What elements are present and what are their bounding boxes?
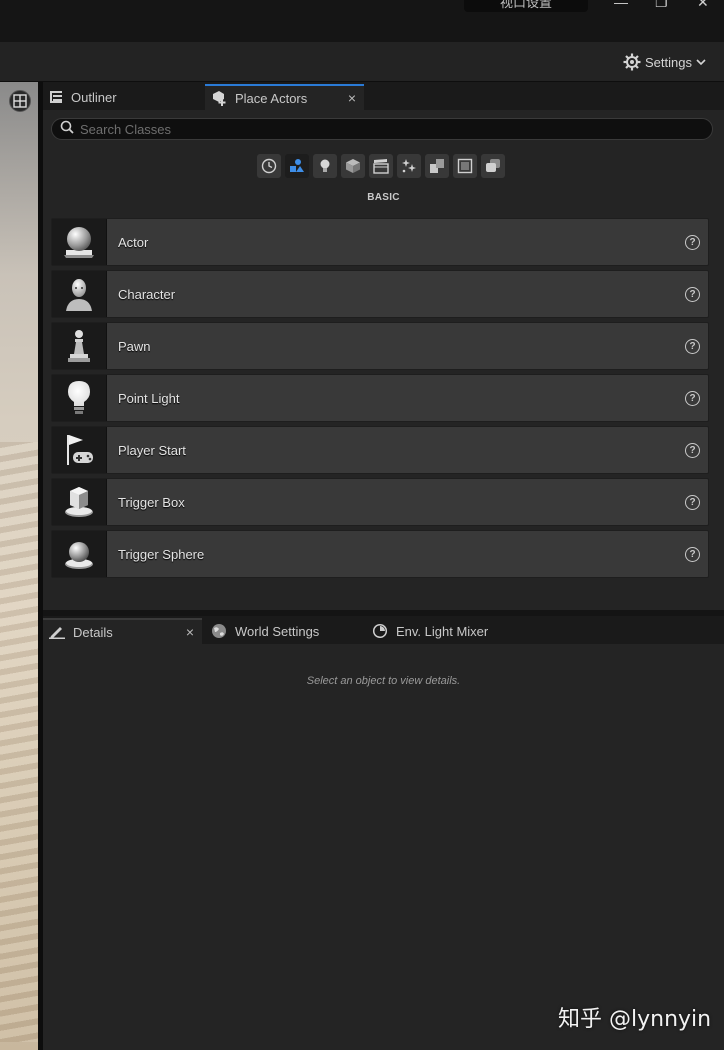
close-tab-button[interactable]: × bbox=[186, 624, 194, 640]
chevron-down-icon bbox=[696, 57, 706, 67]
category-bar bbox=[257, 154, 505, 178]
details-panel: Select an object to view details. bbox=[43, 644, 724, 1050]
outliner-icon bbox=[49, 90, 63, 104]
actor-label: Pawn bbox=[118, 338, 151, 354]
help-icon[interactable]: ? bbox=[685, 547, 700, 562]
actor-label: Actor bbox=[118, 234, 149, 250]
viewport-layout-icon[interactable] bbox=[9, 90, 31, 112]
help-icon[interactable]: ? bbox=[685, 443, 700, 458]
place-actors-icon bbox=[211, 90, 227, 106]
actor-item-character[interactable]: Character ? bbox=[51, 270, 709, 318]
help-icon[interactable]: ? bbox=[685, 339, 700, 354]
all-classes-icon[interactable] bbox=[481, 154, 505, 178]
trigger-sphere-icon bbox=[52, 531, 107, 577]
settings-label: Settings bbox=[645, 54, 692, 70]
lightbulb-icon bbox=[52, 375, 107, 421]
tab-world-settings[interactable]: World Settings bbox=[205, 618, 365, 644]
place-actors-panel: BASIC Actor ? Character ? Pawn ? bbox=[43, 110, 724, 610]
details-empty-message: Select an object to view details. bbox=[306, 675, 461, 687]
top-panel-tab-bar: Outliner Place Actors × bbox=[43, 82, 724, 110]
geometry-icon[interactable] bbox=[425, 154, 449, 178]
actor-list: Actor ? Character ? Pawn ? Point Light ? bbox=[51, 218, 709, 582]
actor-label: Trigger Sphere bbox=[118, 546, 205, 562]
actor-item-pawn[interactable]: Pawn ? bbox=[51, 322, 709, 370]
volumes-icon[interactable] bbox=[453, 154, 477, 178]
search-input[interactable] bbox=[80, 121, 680, 137]
title-pill-text: 视口设置 bbox=[499, 0, 552, 10]
close-tab-button[interactable]: × bbox=[348, 90, 356, 106]
watermark: 知乎 @lynnyin bbox=[558, 1007, 712, 1032]
maximize-button[interactable]: ❐ bbox=[655, 0, 668, 11]
cinematic-clapper-icon[interactable] bbox=[369, 154, 393, 178]
tab-place-actors[interactable]: Place Actors × bbox=[205, 84, 364, 110]
actor-item-player-start[interactable]: Player Start ? bbox=[51, 426, 709, 474]
settings-button[interactable]: Settings bbox=[623, 52, 706, 72]
cube-icon[interactable] bbox=[341, 154, 365, 178]
pawn-icon bbox=[52, 323, 107, 369]
tab-env-light-mixer-label: Env. Light Mixer bbox=[396, 623, 489, 639]
actor-item-point-light[interactable]: Point Light ? bbox=[51, 374, 709, 422]
tab-world-settings-label: World Settings bbox=[235, 623, 320, 639]
help-icon[interactable]: ? bbox=[685, 287, 700, 302]
actor-label: Trigger Box bbox=[118, 494, 185, 510]
minimize-button[interactable]: — bbox=[614, 0, 628, 10]
title-bar: 视口设置 — ❐ ✕ bbox=[0, 0, 724, 42]
actor-item-actor[interactable]: Actor ? bbox=[51, 218, 709, 266]
title-pill[interactable]: 视口设置 bbox=[464, 0, 588, 12]
gear-icon bbox=[623, 53, 641, 71]
tab-place-actors-label: Place Actors bbox=[235, 90, 308, 106]
viewport-toolbar: Settings bbox=[0, 42, 724, 82]
details-pencil-icon bbox=[49, 625, 65, 639]
trigger-box-icon bbox=[52, 479, 107, 525]
help-icon[interactable]: ? bbox=[685, 235, 700, 250]
basic-shapes-icon[interactable] bbox=[285, 154, 309, 178]
actor-label: Point Light bbox=[118, 390, 180, 406]
help-icon[interactable]: ? bbox=[685, 391, 700, 406]
actor-item-trigger-sphere[interactable]: Trigger Sphere ? bbox=[51, 530, 709, 578]
close-window-button[interactable]: ✕ bbox=[697, 0, 709, 11]
actor-sphere-icon bbox=[52, 219, 107, 265]
search-box[interactable] bbox=[51, 118, 713, 140]
character-icon bbox=[52, 271, 107, 317]
tab-details[interactable]: Details × bbox=[43, 618, 202, 644]
tab-details-label: Details bbox=[73, 624, 113, 640]
tab-outliner-label: Outliner bbox=[71, 89, 117, 105]
help-icon[interactable]: ? bbox=[685, 495, 700, 510]
viewport-terrain bbox=[0, 442, 38, 1042]
lights-icon[interactable] bbox=[313, 154, 337, 178]
tab-outliner[interactable]: Outliner bbox=[43, 84, 203, 110]
level-viewport[interactable] bbox=[0, 82, 38, 1050]
visual-effects-icon[interactable] bbox=[397, 154, 421, 178]
player-start-flag-icon bbox=[52, 427, 107, 473]
actor-label: Player Start bbox=[118, 442, 186, 458]
search-icon bbox=[60, 120, 74, 139]
section-header: BASIC bbox=[367, 192, 400, 203]
light-mixer-icon bbox=[372, 623, 388, 639]
tab-env-light-mixer[interactable]: Env. Light Mixer bbox=[366, 618, 536, 644]
recent-clock-icon[interactable] bbox=[257, 154, 281, 178]
globe-icon bbox=[211, 623, 227, 639]
bottom-panel-tab-bar: Details × World Settings Env. Light Mixe… bbox=[43, 616, 724, 644]
actor-item-trigger-box[interactable]: Trigger Box ? bbox=[51, 478, 709, 526]
actor-label: Character bbox=[118, 286, 176, 302]
